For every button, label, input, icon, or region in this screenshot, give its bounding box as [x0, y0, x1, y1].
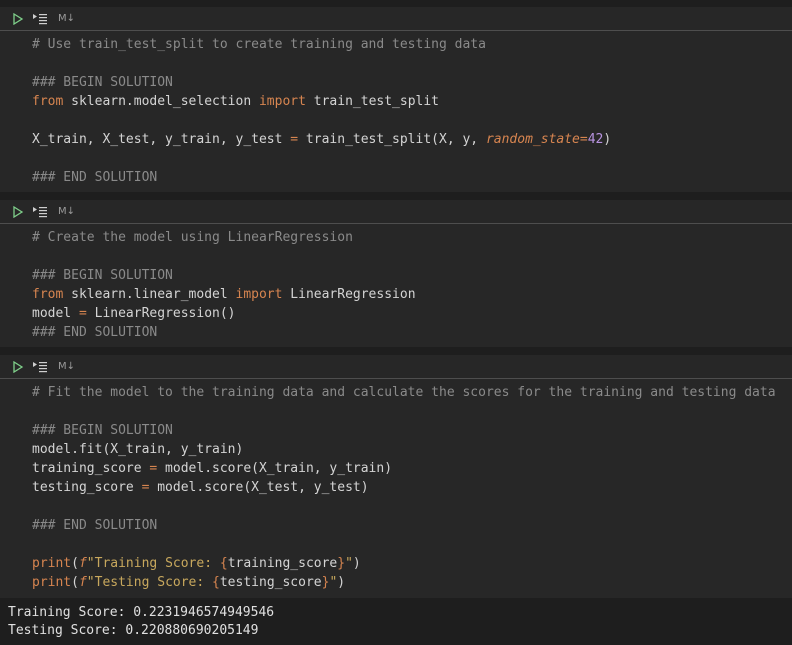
output-line: Training Score: 0.2231946574949546 [8, 605, 275, 620]
code-line: ### END SOLUTION [32, 170, 158, 185]
code-line: ### BEGIN SOLUTION [32, 75, 173, 90]
code-line: print(f"Testing Score: {testing_score}") [32, 575, 346, 590]
code-line: training_score = model.score(X_train, y_… [32, 461, 393, 476]
code-line: testing_score = model.score(X_test, y_te… [32, 480, 369, 495]
cell-language-badge[interactable]: M↓ [58, 361, 75, 372]
code-line: model = LinearRegression() [32, 306, 236, 321]
code-line: model.fit(X_train, y_train) [32, 442, 244, 457]
cell-language-badge[interactable]: M↓ [58, 206, 75, 217]
code-line: from sklearn.linear_model import LinearR… [32, 287, 416, 302]
output-line: Testing Score: 0.220880690205149 [8, 623, 259, 638]
cell-toolbar: M↓ [0, 7, 792, 31]
code-line: from sklearn.model_selection import trai… [32, 94, 440, 109]
code-line: ### END SOLUTION [32, 325, 158, 340]
code-line: # Use train_test_split to create trainin… [32, 37, 486, 52]
run-below-icon[interactable] [32, 206, 48, 218]
run-below-icon[interactable] [32, 361, 48, 373]
play-icon[interactable] [12, 360, 24, 373]
code-cell-2[interactable]: M↓ # Create the model using LinearRegres… [0, 200, 792, 347]
cell-language-badge[interactable]: M↓ [58, 13, 75, 24]
run-below-icon[interactable] [32, 13, 48, 25]
code-cell-3[interactable]: M↓ # Fit the model to the training data … [0, 355, 792, 598]
code-line: ### BEGIN SOLUTION [32, 268, 173, 283]
cell-toolbar: M↓ [0, 200, 792, 224]
play-icon[interactable] [12, 12, 24, 25]
code-line: print(f"Training Score: {training_score}… [32, 556, 361, 571]
code-line: ### BEGIN SOLUTION [32, 423, 173, 438]
code-cell-1[interactable]: M↓ # Use train_test_split to create trai… [0, 7, 792, 192]
play-icon[interactable] [12, 205, 24, 218]
code-line: ### END SOLUTION [32, 518, 158, 533]
cell-toolbar: M↓ [0, 355, 792, 379]
code-line: # Create the model using LinearRegressio… [32, 230, 353, 245]
code-line: X_train, X_test, y_train, y_test = train… [32, 132, 612, 147]
code-line: # Fit the model to the training data and… [32, 385, 776, 400]
cell-output: Training Score: 0.2231946574949546 Testi… [0, 598, 792, 645]
